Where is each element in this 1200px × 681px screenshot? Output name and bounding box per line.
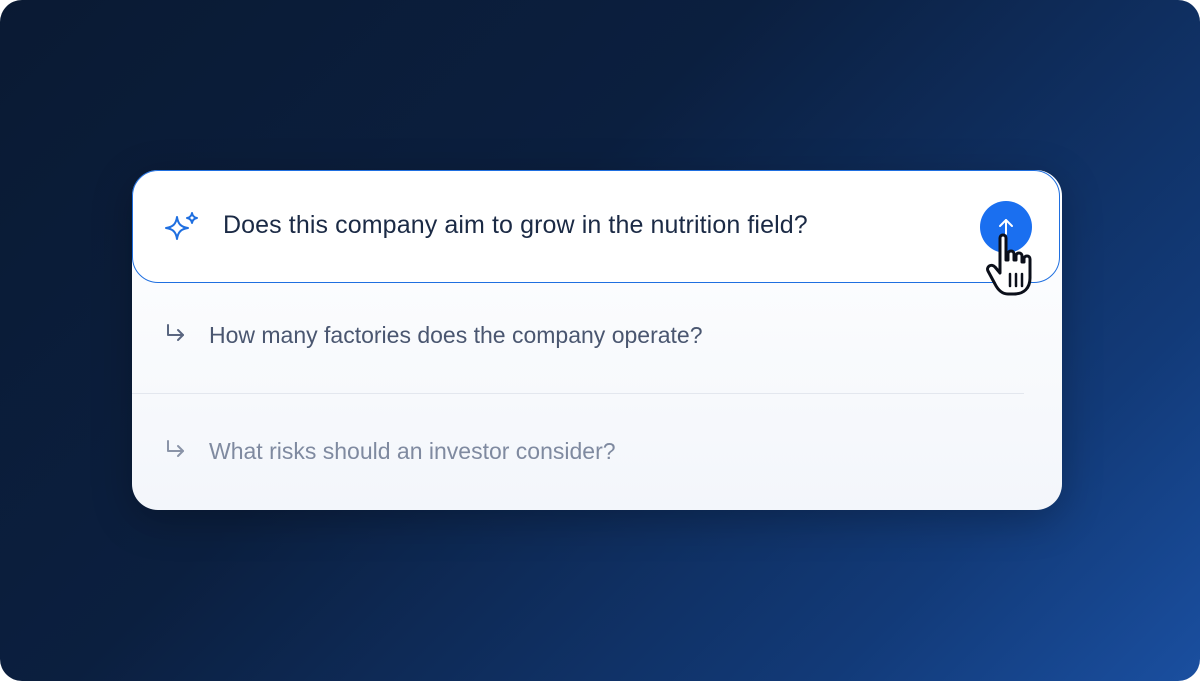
suggestion-item[interactable]: How many factories does the company oper… (132, 304, 1062, 364)
suggestion-label: What risks should an investor consider? (209, 438, 616, 464)
sparkle-icon (165, 212, 198, 240)
return-arrow-icon (167, 440, 184, 457)
search-panel: Does this company aim to grow in the nut… (132, 170, 1062, 510)
return-arrow-icon (167, 324, 184, 341)
query-input-bar[interactable]: Does this company aim to grow in the nut… (132, 170, 1060, 283)
background-canvas: Does this company aim to grow in the nut… (0, 0, 1200, 681)
suggestion-item[interactable]: What risks should an investor consider? (132, 420, 1062, 480)
suggestion-label: How many factories does the company oper… (209, 322, 703, 348)
suggestion-divider (132, 393, 1024, 394)
query-text[interactable]: Does this company aim to grow in the nut… (223, 211, 808, 240)
pointer-hand-icon (986, 233, 1032, 296)
